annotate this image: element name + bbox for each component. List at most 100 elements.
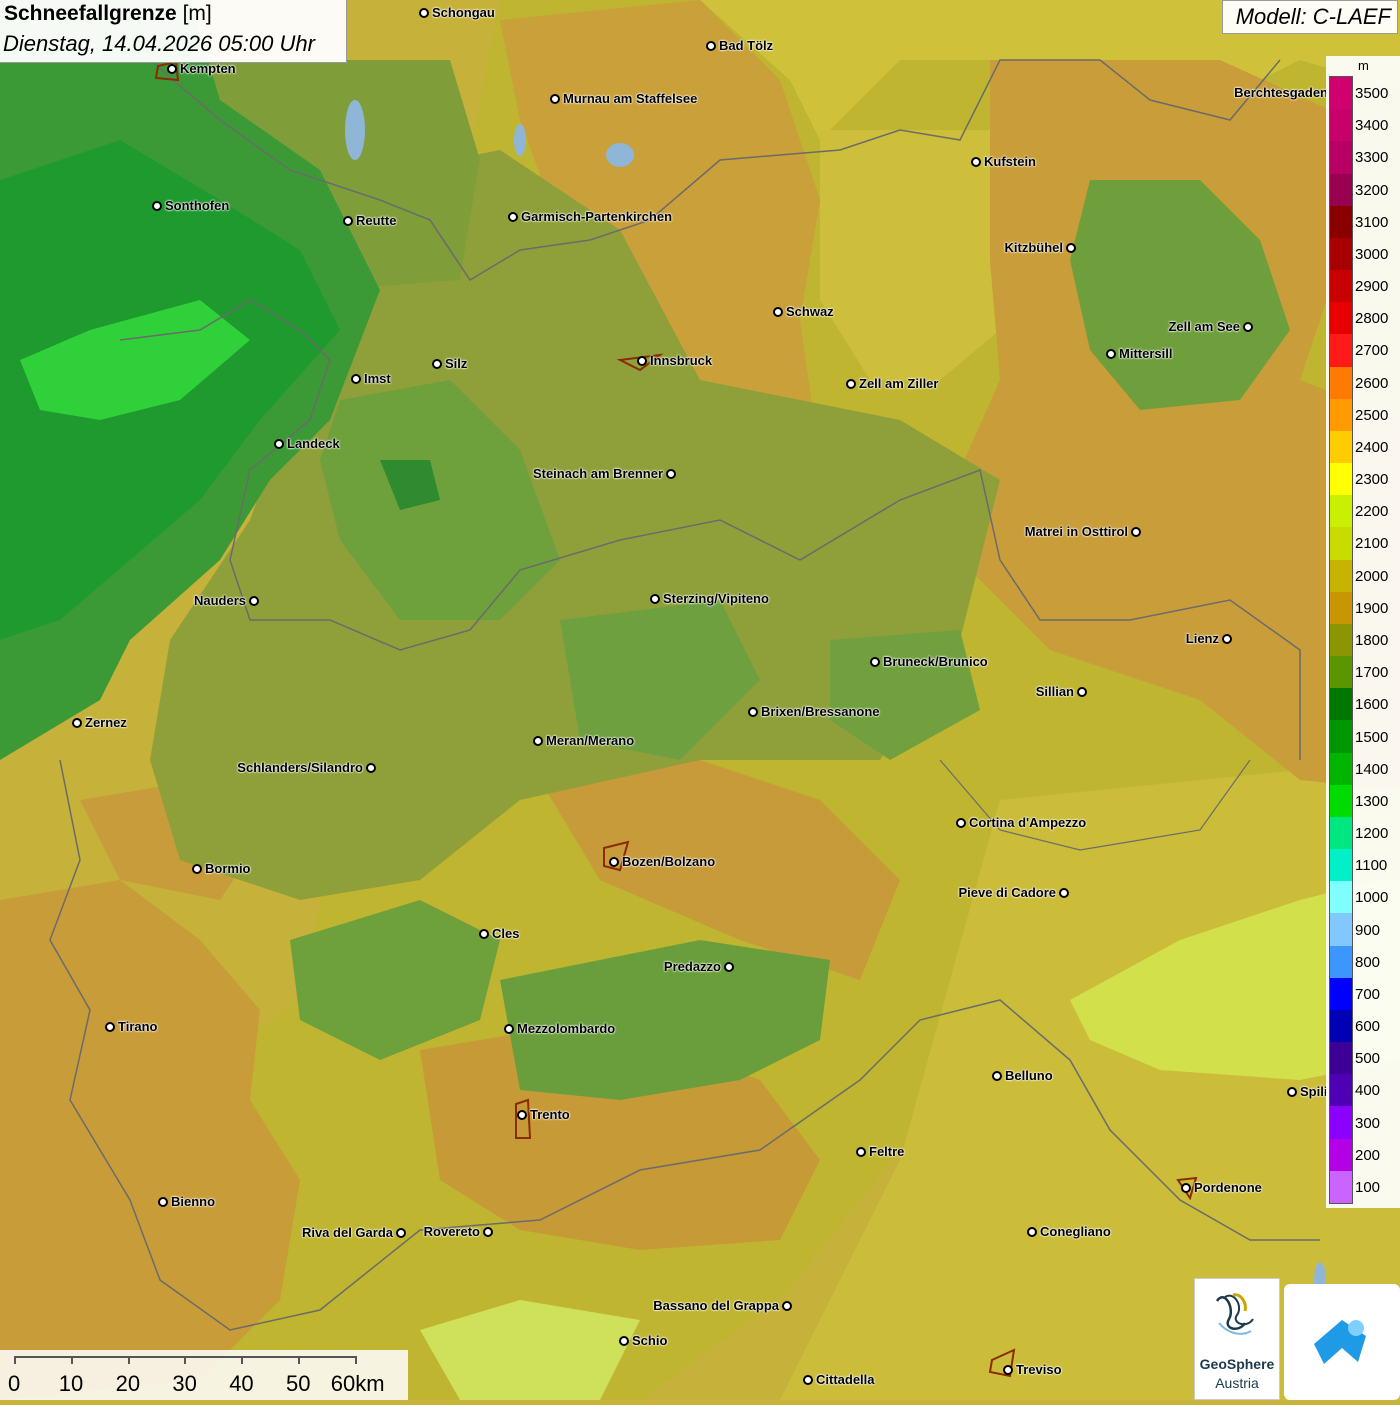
city-label: Sillian: [1035, 684, 1074, 699]
legend-label: 2500: [1355, 406, 1389, 424]
city-marker: [483, 1227, 493, 1237]
city-label: Mittersill: [1119, 346, 1173, 361]
legend-swatch: [1330, 1138, 1352, 1172]
city-label: Cittadella: [816, 1372, 875, 1387]
city-marker: [550, 94, 560, 104]
legend-label: 2700: [1355, 342, 1389, 360]
city-label: Treviso: [1016, 1362, 1062, 1377]
legend-label: 1600: [1355, 696, 1389, 714]
legend-swatch: [1330, 591, 1352, 625]
city-label: Pieve di Cadore: [958, 885, 1056, 900]
city-marker: [1066, 243, 1076, 253]
color-scale-bar: [1329, 76, 1353, 1204]
city-marker: [706, 41, 716, 51]
legend-label: 1800: [1355, 632, 1389, 649]
legend-unit: m: [1358, 58, 1369, 73]
legend-label: 1300: [1355, 792, 1389, 810]
city-marker: [609, 857, 619, 867]
legend-label: 3100: [1355, 213, 1389, 231]
scale-label: 40: [229, 1371, 254, 1396]
city-label: Predazzo: [663, 959, 721, 974]
legend-swatch: [1330, 430, 1352, 464]
legend-label: 600: [1355, 1018, 1381, 1036]
city-label: Schio: [632, 1333, 668, 1348]
city-label: Garmisch-Partenkirchen: [521, 209, 673, 224]
scale-label: 10: [58, 1371, 84, 1396]
map-datetime: Dienstag, 14.04.2026 05:00 Uhr: [3, 31, 315, 56]
legend-label: 800: [1355, 953, 1381, 971]
legend-swatch: [1330, 945, 1352, 979]
city-label: Bormio: [205, 861, 251, 876]
legend-label: 1100: [1355, 857, 1388, 875]
city-label: Landeck: [287, 436, 340, 451]
city-marker: [249, 596, 259, 606]
city-label: Spili: [1300, 1084, 1328, 1099]
city-marker: [856, 1147, 866, 1157]
legend-label: 3000: [1355, 245, 1389, 263]
city-marker: [724, 962, 734, 972]
city-label: Schlanders/Silandro: [237, 760, 363, 775]
city-label: Silz: [445, 356, 468, 371]
legend-label: 2200: [1355, 503, 1389, 521]
legend-label: 3500: [1355, 85, 1389, 103]
legend-swatch: [1330, 398, 1352, 432]
app-logo[interactable]: [1284, 1284, 1400, 1400]
legend-swatch: [1330, 1009, 1352, 1043]
model-label-box: Modell: C-LAEF: [1222, 0, 1398, 34]
legend-label: 1500: [1355, 728, 1389, 746]
legend-label: 1200: [1355, 825, 1389, 843]
legend-swatch: [1330, 720, 1352, 754]
city-label: Bruneck/Brunico: [883, 654, 988, 669]
legend-swatch: [1330, 623, 1352, 657]
city-marker: [158, 1197, 168, 1207]
legend-label: 1700: [1355, 664, 1389, 682]
legend-swatch: [1330, 977, 1352, 1011]
city-label: Zell am See: [1168, 319, 1240, 334]
city-label: Sterzing/Vipiteno: [663, 591, 769, 606]
legend-label: 2800: [1355, 310, 1389, 328]
scale-tick: [241, 1356, 244, 1364]
city-marker: [167, 64, 177, 74]
scale-label: 0: [8, 1371, 21, 1396]
city-marker: [1287, 1087, 1297, 1097]
legend-label: 3300: [1355, 149, 1389, 167]
city-label: Murnau am Staffelsee: [563, 91, 698, 106]
legend-swatch: [1330, 688, 1352, 721]
logo-sub: Austria: [1215, 1375, 1259, 1391]
legend-label: 2900: [1355, 278, 1389, 296]
legend-label: 300: [1355, 1114, 1381, 1132]
city-marker: [1003, 1365, 1013, 1375]
scale-tick: [354, 1356, 357, 1364]
city-marker: [1131, 527, 1141, 537]
city-marker: [419, 8, 429, 18]
city-marker: [508, 212, 518, 222]
scale-tick: [184, 1356, 187, 1364]
scale-label: 30: [172, 1371, 197, 1396]
city-label: Kempten: [180, 61, 236, 76]
city-label: Bienno: [171, 1194, 216, 1209]
legend-swatch: [1330, 173, 1352, 207]
city-marker: [1106, 349, 1116, 359]
map-title: Schneefallgrenze [m]: [4, 2, 212, 25]
legend-swatch: [1330, 527, 1352, 561]
city-label: Berchtesgaden: [1234, 85, 1328, 100]
city-label: Brixen/Bressanone: [761, 704, 880, 719]
legend-swatch: [1330, 1170, 1352, 1204]
city-label: Trento: [530, 1107, 570, 1122]
city-marker: [105, 1022, 115, 1032]
city-marker: [396, 1228, 406, 1238]
legend-swatch: [1330, 237, 1352, 271]
city-label: Bassano del Grappa: [653, 1298, 779, 1313]
city-marker: [274, 439, 284, 449]
city-marker: [650, 594, 660, 604]
map-title-box: Schneefallgrenze [m] Dienstag, 14.04.202…: [0, 0, 347, 63]
city-label: Bozen/Bolzano: [622, 854, 716, 869]
legend-swatch: [1330, 302, 1352, 335]
city-label: Riva del Garda: [301, 1225, 393, 1240]
city-marker: [351, 374, 361, 384]
city-marker: [992, 1071, 1002, 1081]
city-marker: [1181, 1183, 1191, 1193]
city-label: Schongau: [432, 5, 495, 20]
city-marker: [773, 307, 783, 317]
legend-label: 700: [1355, 985, 1381, 1003]
